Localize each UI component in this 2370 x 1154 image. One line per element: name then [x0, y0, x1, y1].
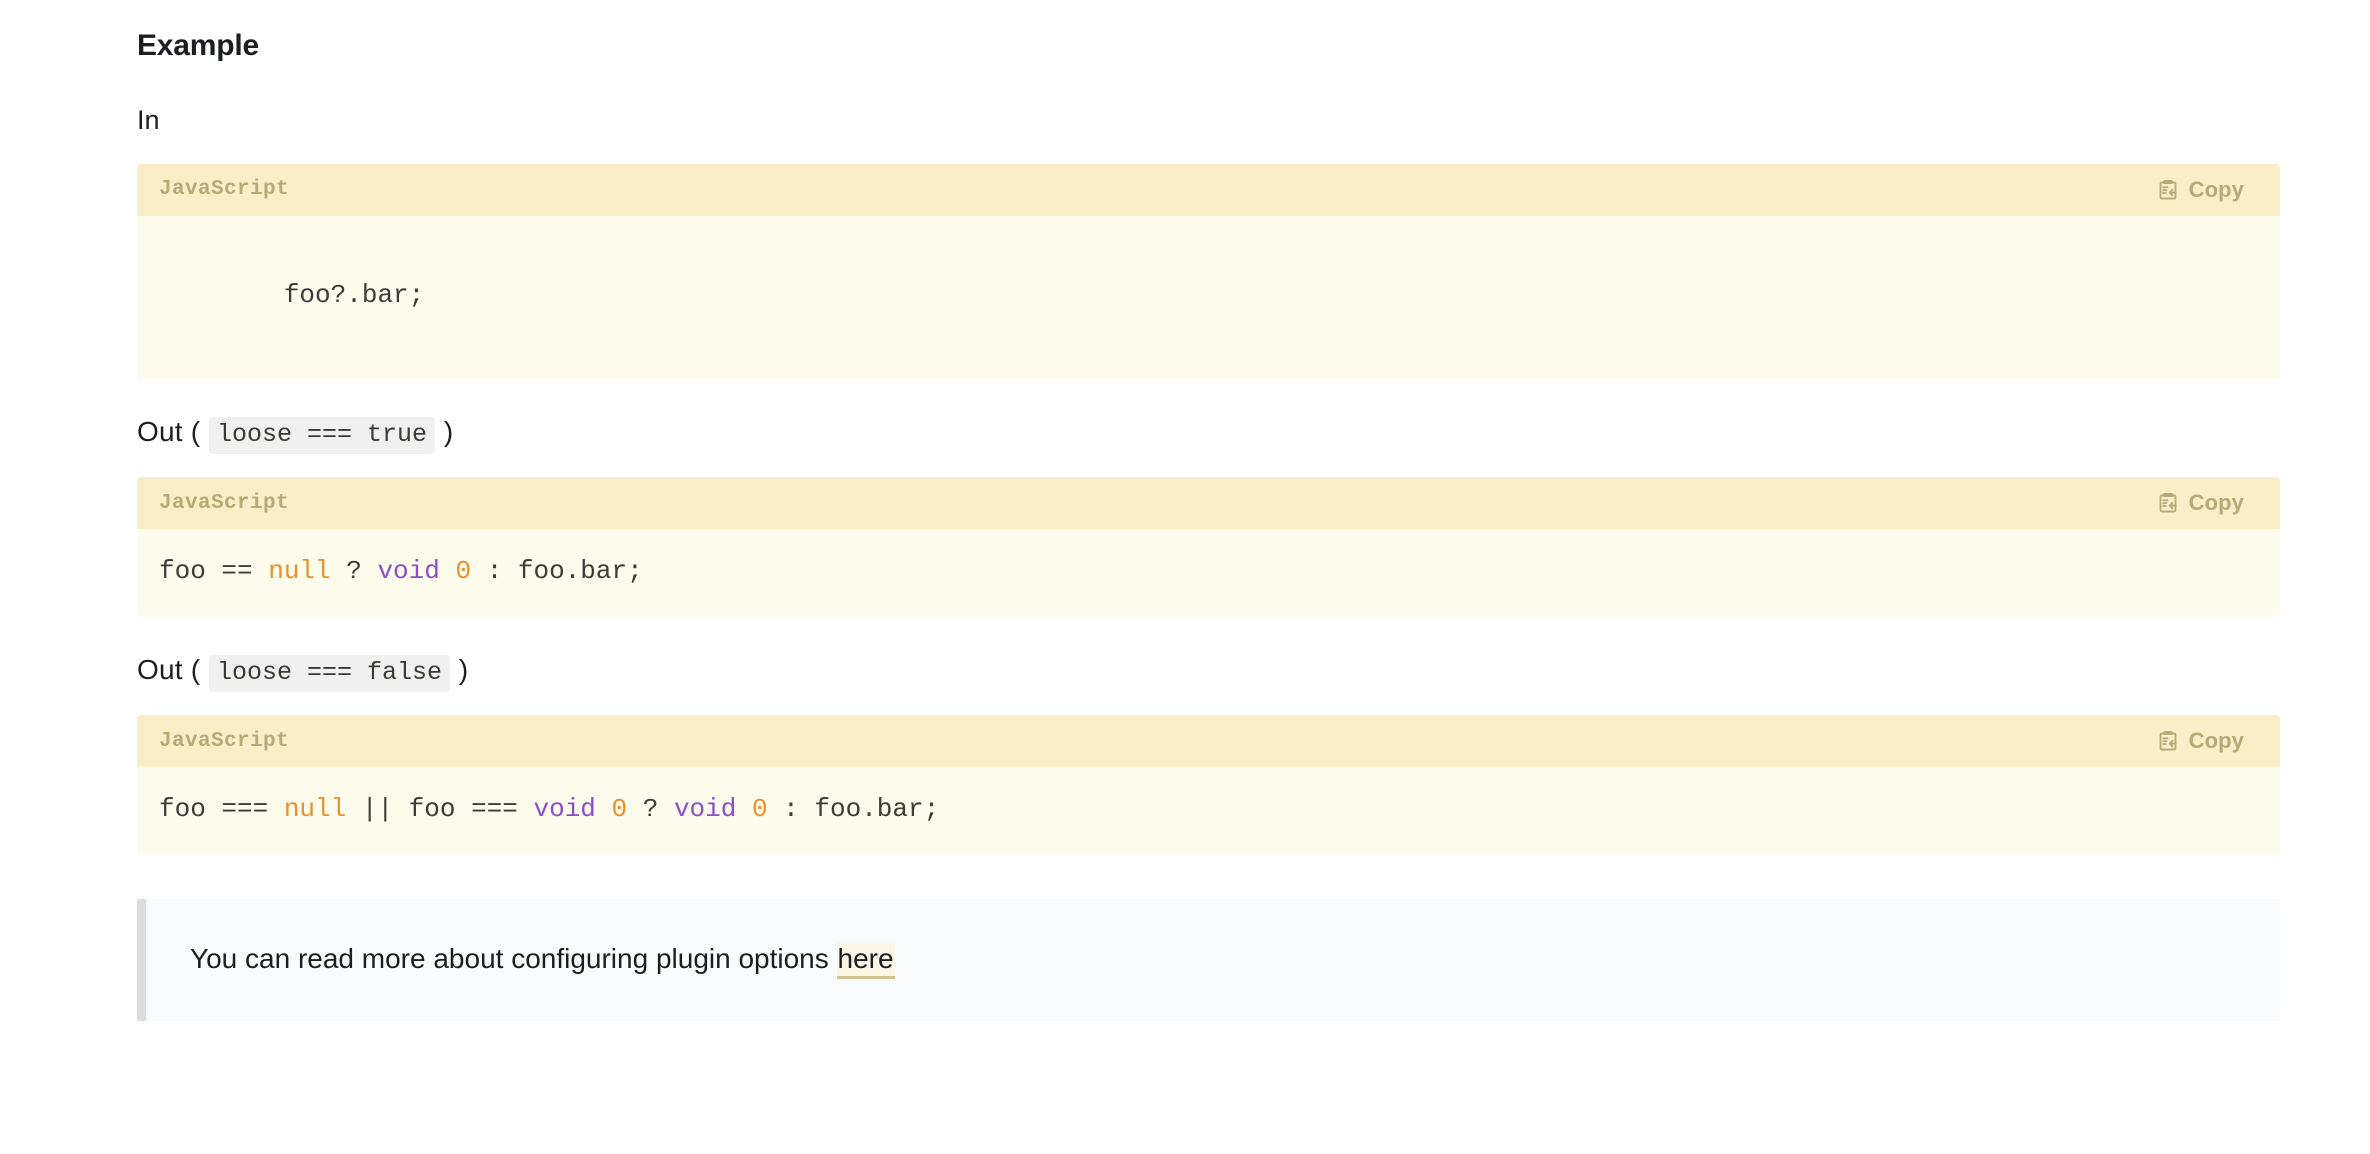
clipboard-paste-icon: [2156, 178, 2180, 202]
code-token: ?: [627, 794, 674, 824]
code-token: null: [284, 794, 346, 824]
output-label-loose-false: Out ( loose === false ): [137, 617, 2280, 690]
code-block-in: JavaScript Copy foo?.bar;: [137, 164, 2280, 379]
copy-button-label: Copy: [2189, 177, 2244, 203]
copy-button-label: Copy: [2189, 728, 2244, 754]
code-token: 0: [455, 556, 471, 586]
copy-button[interactable]: Copy: [2154, 486, 2246, 520]
code-token: void: [377, 556, 439, 586]
code-language-label: JavaScript: [159, 178, 289, 201]
clipboard-paste-icon: [2156, 491, 2180, 515]
input-label: In: [137, 65, 2280, 138]
code-block-header: JavaScript Copy: [137, 477, 2280, 529]
code-token: ?: [331, 556, 378, 586]
code-content[interactable]: foo === null || foo === void 0 ? void 0 …: [137, 767, 2280, 855]
documentation-page: Example In JavaScript Copy: [0, 0, 2370, 1154]
code-language-label: JavaScript: [159, 492, 289, 515]
code-token: [736, 794, 752, 824]
code-token: [596, 794, 612, 824]
code-language-label: JavaScript: [159, 730, 289, 753]
output-label-loose-true: Out ( loose === true ): [137, 379, 2280, 452]
code-content[interactable]: foo == null ? void 0 : foo.bar;: [137, 529, 2280, 617]
code-token: null: [268, 556, 330, 586]
code-token: void: [674, 794, 736, 824]
callout-text: You can read more about configuring plug…: [190, 940, 895, 978]
copy-button-label: Copy: [2189, 490, 2244, 516]
code-token: : foo.bar;: [471, 556, 643, 586]
output-label-suffix: ): [444, 416, 454, 447]
output-label-prefix: Out (: [137, 416, 200, 447]
code-block-header: JavaScript Copy: [137, 715, 2280, 767]
inline-code-loose-false: loose === false: [209, 655, 450, 692]
code-block-header: JavaScript Copy: [137, 164, 2280, 216]
copy-button[interactable]: Copy: [2154, 724, 2246, 758]
code-token: 0: [612, 794, 628, 824]
content-column: Example In JavaScript Copy: [137, 0, 2280, 1021]
output-label-prefix: Out (: [137, 654, 200, 685]
clipboard-paste-icon: [2156, 729, 2180, 753]
code-token: || foo ===: [346, 794, 533, 824]
code-token: foo ===: [159, 794, 284, 824]
callout-text-before: You can read more about configuring plug…: [190, 943, 837, 974]
code-token: foo?.bar;: [284, 280, 424, 310]
code-token: void: [533, 794, 595, 824]
code-token: 0: [752, 794, 768, 824]
code-token: foo ==: [159, 556, 268, 586]
page-title: Example: [137, 0, 2280, 65]
code-block-out-loose-true: JavaScript Copy foo == null ? void 0 : f…: [137, 477, 2280, 617]
inline-code-loose-true: loose === true: [209, 417, 435, 454]
info-callout: You can read more about configuring plug…: [137, 899, 2280, 1021]
code-content[interactable]: foo?.bar;: [137, 216, 2280, 379]
code-token: : foo.bar;: [768, 794, 940, 824]
copy-button[interactable]: Copy: [2154, 173, 2246, 207]
code-token: [440, 556, 456, 586]
output-label-suffix: ): [459, 654, 469, 685]
plugin-options-link[interactable]: here: [837, 943, 895, 979]
code-block-out-loose-false: JavaScript Copy foo === null || foo === …: [137, 715, 2280, 855]
